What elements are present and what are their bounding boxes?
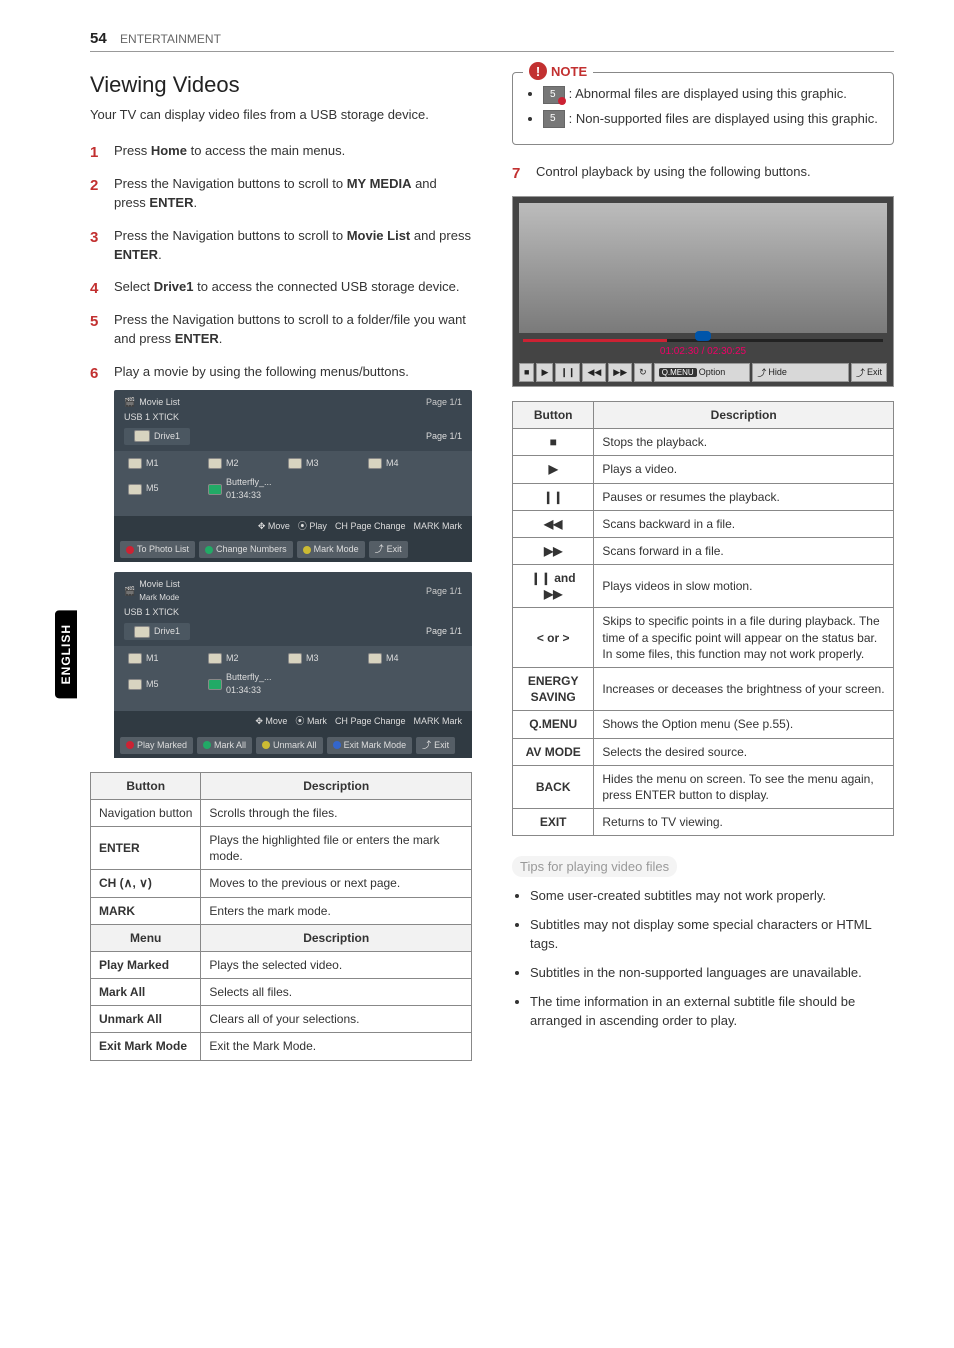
pause-button[interactable]: ❙❙ bbox=[555, 363, 580, 382]
folder-icon bbox=[128, 458, 142, 469]
unsupported-file-icon bbox=[543, 110, 565, 128]
abnormal-file-icon bbox=[543, 86, 565, 104]
hide-button[interactable]: ⤴Hide bbox=[752, 363, 849, 382]
folder-icon bbox=[208, 653, 222, 664]
option-button[interactable]: Q.MENUOption bbox=[654, 363, 751, 382]
movie-list-panel: 🎬Movie List Page 1/1 USB 1 XTICK Drive1 … bbox=[114, 390, 472, 562]
tips-list: Some user-created subtitles may not work… bbox=[512, 887, 894, 1030]
folder-item[interactable]: M3 bbox=[288, 457, 348, 470]
page-number: 54 bbox=[90, 30, 107, 47]
stop-button[interactable]: ■ bbox=[519, 363, 534, 382]
note-box: !NOTE : Abnormal files are displayed usi… bbox=[512, 72, 894, 145]
tip-item: Subtitles in the non-supported languages… bbox=[530, 964, 894, 983]
playback-buttons-table: ButtonDescription ■Stops the playback. ▶… bbox=[512, 401, 894, 836]
change-numbers-button[interactable]: Change Numbers bbox=[199, 541, 293, 558]
folder-icon bbox=[128, 653, 142, 664]
folder-icon bbox=[368, 458, 382, 469]
folder-icon bbox=[288, 458, 302, 469]
video-item[interactable]: Butterfly_...01:34:33 bbox=[208, 671, 288, 697]
note-item: : Abnormal files are displayed using thi… bbox=[543, 85, 881, 104]
right-column: !NOTE : Abnormal files are displayed usi… bbox=[512, 72, 894, 1071]
folder-item[interactable]: M1 bbox=[128, 457, 188, 470]
video-item[interactable]: Butterfly_...01:34:33 bbox=[208, 476, 288, 502]
step-7: Control playback by using the following … bbox=[512, 163, 894, 182]
video-icon: 🎬 bbox=[124, 585, 135, 598]
left-column: Viewing Videos Your TV can display video… bbox=[90, 72, 472, 1071]
language-tab: ENGLISH bbox=[55, 610, 77, 698]
step-3: Press the Navigation buttons to scroll t… bbox=[90, 227, 472, 265]
tip-item: Some user-created subtitles may not work… bbox=[530, 887, 894, 906]
step-1: Press Home to access the main menus. bbox=[90, 142, 472, 161]
play-marked-button[interactable]: Play Marked bbox=[120, 737, 193, 754]
video-playback-preview: 01:02:30 / 02:30:25 ■ ▶ ❙❙ ◀◀ ▶▶ ↻ Q.MEN… bbox=[512, 196, 894, 387]
page-header: 54 ENTERTAINMENT bbox=[90, 30, 894, 52]
play-button[interactable]: ▶ bbox=[536, 363, 553, 382]
drive-selector[interactable]: Drive1 bbox=[124, 623, 190, 640]
intro-paragraph: Your TV can display video files from a U… bbox=[90, 106, 472, 124]
note-label: !NOTE bbox=[523, 62, 593, 80]
time-display: 01:02:30 / 02:30:25 bbox=[519, 344, 887, 359]
folder-item[interactable]: M2 bbox=[208, 652, 268, 665]
folder-item[interactable]: M4 bbox=[368, 457, 428, 470]
button-description-table: ButtonDescription Navigation buttonScrol… bbox=[90, 772, 472, 1061]
folder-item[interactable]: M3 bbox=[288, 652, 348, 665]
section-title: Viewing Videos bbox=[90, 72, 472, 98]
video-icon: 🎬 bbox=[124, 396, 135, 409]
folder-icon bbox=[134, 430, 150, 442]
folder-icon bbox=[208, 458, 222, 469]
video-file-icon bbox=[208, 679, 222, 690]
mark-all-button[interactable]: Mark All bbox=[197, 737, 252, 754]
video-file-icon bbox=[208, 484, 222, 495]
exit-mark-mode-button[interactable]: Exit Mark Mode bbox=[327, 737, 413, 754]
folder-item[interactable]: M1 bbox=[128, 652, 188, 665]
tip-item: The time information in an external subt… bbox=[530, 993, 894, 1031]
tips-heading: Tips for playing video files bbox=[512, 856, 677, 877]
exit-button[interactable]: ⤴Exit bbox=[851, 363, 887, 382]
folder-item[interactable]: M5 bbox=[128, 476, 188, 502]
note-item: : Non-supported files are displayed usin… bbox=[543, 110, 881, 129]
step-2: Press the Navigation buttons to scroll t… bbox=[90, 175, 472, 213]
step-6: Play a movie by using the following menu… bbox=[90, 363, 472, 758]
to-photo-list-button[interactable]: To Photo List bbox=[120, 541, 195, 558]
exit-button[interactable]: ⤴Exit bbox=[416, 737, 455, 754]
repeat-button[interactable]: ↻ bbox=[634, 363, 652, 382]
movie-list-mark-panel: 🎬Movie ListMark Mode Page 1/1 USB 1 XTIC… bbox=[114, 572, 472, 757]
folder-item[interactable]: M4 bbox=[368, 652, 428, 665]
mark-mode-button[interactable]: Mark Mode bbox=[297, 541, 365, 558]
folder-icon bbox=[128, 679, 142, 690]
alert-icon: ! bbox=[529, 62, 547, 80]
rewind-button[interactable]: ◀◀ bbox=[582, 363, 606, 382]
exit-button[interactable]: ⤴Exit bbox=[369, 541, 408, 558]
drive-selector[interactable]: Drive1 bbox=[124, 428, 190, 445]
forward-button[interactable]: ▶▶ bbox=[608, 363, 632, 382]
folder-icon bbox=[128, 484, 142, 495]
progress-bar[interactable] bbox=[523, 339, 883, 342]
folder-icon bbox=[134, 626, 150, 638]
folder-item[interactable]: M5 bbox=[128, 671, 188, 697]
unmark-all-button[interactable]: Unmark All bbox=[256, 737, 323, 754]
header-section: ENTERTAINMENT bbox=[120, 32, 221, 46]
tip-item: Subtitles may not display some special c… bbox=[530, 916, 894, 954]
steps-list: Press Home to access the main menus. Pre… bbox=[90, 142, 472, 757]
steps-list-continued: Control playback by using the following … bbox=[512, 163, 894, 182]
video-screen bbox=[519, 203, 887, 333]
folder-icon bbox=[368, 653, 382, 664]
step-4: Select Drive1 to access the connected US… bbox=[90, 278, 472, 297]
folder-item[interactable]: M2 bbox=[208, 457, 268, 470]
folder-icon bbox=[288, 653, 302, 664]
step-5: Press the Navigation buttons to scroll t… bbox=[90, 311, 472, 349]
seek-indicator-icon bbox=[695, 331, 711, 341]
